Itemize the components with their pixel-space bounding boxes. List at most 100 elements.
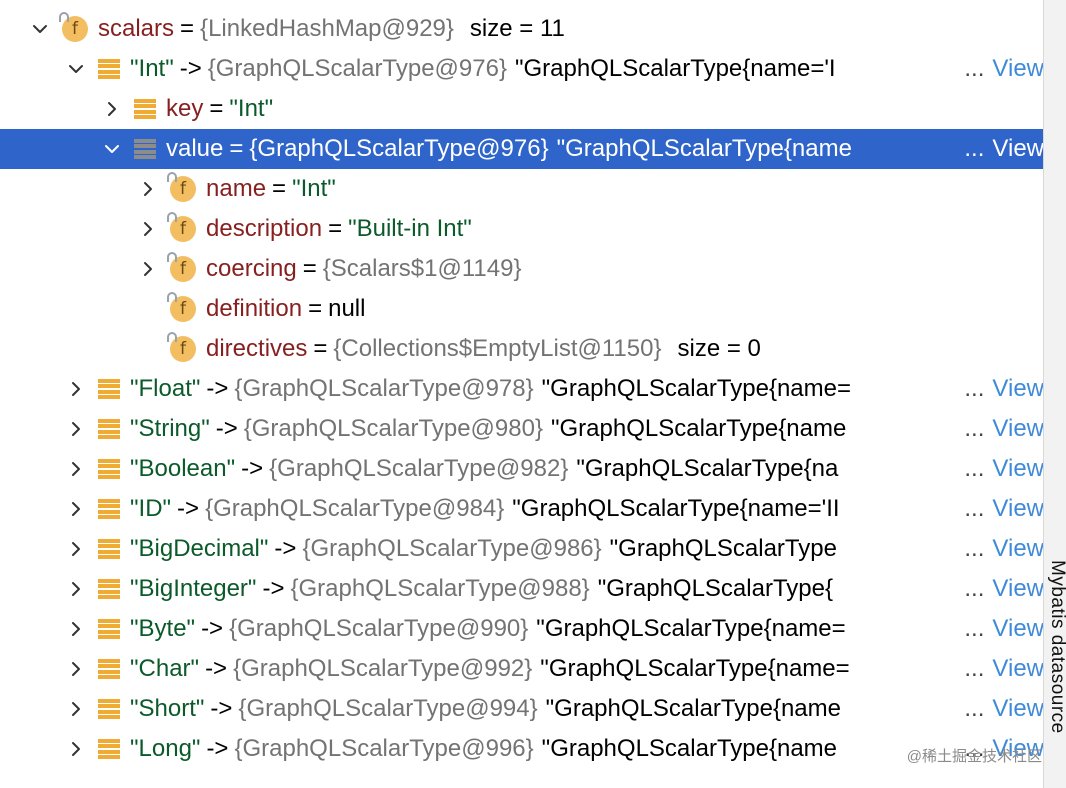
field-icon: f: [59, 12, 88, 42]
operator: ->: [262, 575, 285, 602]
field-icon: f: [167, 252, 196, 282]
operator: ->: [274, 535, 297, 562]
map-key: "Float": [130, 375, 201, 402]
tree-row[interactable]: key = "Int": [0, 89, 1044, 129]
chevron-right-icon[interactable]: [66, 579, 86, 599]
field-name: value: [166, 135, 224, 162]
ellipsis: ...: [964, 655, 985, 682]
chevron-right-icon[interactable]: [66, 659, 86, 679]
view-link[interactable]: View: [992, 55, 1044, 83]
operator: ->: [241, 455, 264, 482]
operator: =: [229, 135, 244, 162]
operator: ->: [215, 415, 238, 442]
value-text: null: [328, 295, 366, 322]
view-link[interactable]: View: [992, 415, 1044, 443]
chevron-right-icon[interactable]: [66, 539, 86, 559]
chevron-down-icon[interactable]: [102, 139, 122, 159]
tostring-preview: "GraphQLScalarType: [609, 535, 837, 562]
chevron-right-icon[interactable]: [66, 619, 86, 639]
field-name: definition: [206, 295, 303, 322]
tree-row[interactable]: "Int" -> {GraphQLScalarType@976} "GraphQLSc…: [0, 49, 1044, 89]
tree-row[interactable]: "Char" -> {GraphQLScalarType@992} "GraphQLS…: [0, 649, 1044, 689]
tree-row[interactable]: "String" -> {GraphQLScalarType@980} "GraphQ…: [0, 409, 1044, 449]
tree-row[interactable]: f scalars = {LinkedHashMap@929} size = 11: [0, 9, 1044, 49]
object-reference: {GraphQLScalarType@992}: [233, 655, 533, 682]
chevron-right-icon[interactable]: [138, 219, 158, 239]
ellipsis: ...: [964, 415, 985, 442]
tostring-preview: "GraphQLScalarType{name: [550, 415, 847, 442]
ellipsis: ...: [964, 495, 985, 522]
object-reference: {GraphQLScalarType@984}: [205, 495, 505, 522]
object-reference: {GraphQLScalarType@994}: [238, 695, 538, 722]
chevron-down-icon[interactable]: [30, 19, 50, 39]
operator: =: [209, 95, 224, 122]
tree-row[interactable]: "BigInteger" -> {GraphQLScalarType@988} "Gr…: [0, 569, 1044, 609]
map-entry-icon: [98, 699, 120, 719]
operator: ->: [201, 615, 224, 642]
tree-row[interactable]: "Long" -> {GraphQLScalarType@996} "GraphQLS…: [0, 729, 1044, 769]
operator: ->: [177, 495, 200, 522]
tree-row[interactable]: f name = "Int": [0, 169, 1044, 209]
view-link[interactable]: View: [992, 455, 1044, 483]
view-link[interactable]: View: [992, 135, 1044, 163]
map-key: "ID": [130, 495, 172, 522]
object-reference: {GraphQLScalarType@986}: [302, 535, 602, 562]
map-key: "Int": [130, 55, 174, 82]
operator: =: [180, 15, 195, 42]
tree-row[interactable]: "Boolean" -> {GraphQLScalarType@982} "Graph…: [0, 449, 1044, 489]
map-entry-icon: [98, 499, 120, 519]
operator: ->: [205, 655, 228, 682]
tree-row[interactable]: "Short" -> {GraphQLScalarType@994} "GraphQL…: [0, 689, 1044, 729]
view-link[interactable]: View: [992, 575, 1044, 603]
map-key: "BigInteger": [130, 575, 257, 602]
field-icon: f: [167, 212, 196, 242]
map-key: "Boolean": [130, 455, 236, 482]
size-label: size = 11: [469, 15, 565, 42]
chevron-down-icon[interactable]: [66, 59, 86, 79]
size-label: size = 0: [677, 335, 761, 362]
tree-row[interactable]: "ID" -> {GraphQLScalarType@984} "GraphQLSca…: [0, 489, 1044, 529]
object-reference: {Scalars$1@1149}: [322, 255, 522, 282]
variables-tree[interactable]: f scalars = {LinkedHashMap@929} size = 11 "In…: [0, 0, 1044, 788]
tostring-preview: "GraphQLScalarType{name=: [540, 655, 850, 682]
watermark: @稀土掘金技术社区: [906, 748, 1042, 765]
tree-row[interactable]: f description = "Built-in Int": [0, 209, 1044, 249]
string-value: "Int": [292, 175, 336, 202]
tree-row[interactable]: "Float" -> {GraphQLScalarType@978} "GraphQL…: [0, 369, 1044, 409]
view-link[interactable]: View: [992, 535, 1044, 563]
tree-row[interactable]: "Byte" -> {GraphQLScalarType@990} "GraphQLS…: [0, 609, 1044, 649]
tree-row[interactable]: value = {GraphQLScalarType@976} "GraphQLSca…: [0, 129, 1044, 169]
chevron-right-icon[interactable]: [138, 179, 158, 199]
chevron-right-icon[interactable]: [66, 459, 86, 479]
map-entry-icon: [98, 739, 120, 759]
tree-row[interactable]: f coercing = {Scalars$1@1149}: [0, 249, 1044, 289]
ellipsis: ...: [964, 375, 985, 402]
chevron-right-icon[interactable]: [66, 419, 86, 439]
field-icon: f: [167, 332, 196, 362]
string-value: "Int": [229, 95, 274, 122]
map-key: "Long": [130, 735, 201, 762]
tree-row[interactable]: "BigDecimal" -> {GraphQLScalarType@986} "Gr…: [0, 529, 1044, 569]
chevron-right-icon[interactable]: [66, 739, 86, 759]
ellipsis: ...: [964, 455, 985, 482]
view-link[interactable]: View: [992, 695, 1044, 723]
tostring-preview: "GraphQLScalarType{name='I: [514, 55, 836, 82]
chevron-right-icon[interactable]: [66, 379, 86, 399]
tree-row[interactable]: f definition = null: [0, 289, 1044, 329]
object-reference: {GraphQLScalarType@976}: [207, 55, 507, 82]
chevron-right-icon[interactable]: [138, 259, 158, 279]
view-link[interactable]: View: [992, 655, 1044, 683]
tostring-preview: "GraphQLScalarType{name=: [536, 615, 846, 642]
chevron-right-icon[interactable]: [66, 699, 86, 719]
object-reference: {GraphQLScalarType@978}: [234, 375, 534, 402]
view-link[interactable]: View: [992, 375, 1044, 403]
view-link[interactable]: View: [992, 615, 1044, 643]
field-name: directives: [206, 335, 308, 362]
operator: ->: [206, 375, 229, 402]
tree-row[interactable]: f directives = {Collections$EmptyList@1150}…: [0, 329, 1044, 369]
chevron-right-icon[interactable]: [102, 99, 122, 119]
chevron-right-icon[interactable]: [66, 499, 86, 519]
view-link[interactable]: View: [992, 495, 1044, 523]
map-entry-icon: [98, 579, 120, 599]
mybatis-datasource-tab[interactable]: Mybatis datasource: [1046, 560, 1066, 734]
